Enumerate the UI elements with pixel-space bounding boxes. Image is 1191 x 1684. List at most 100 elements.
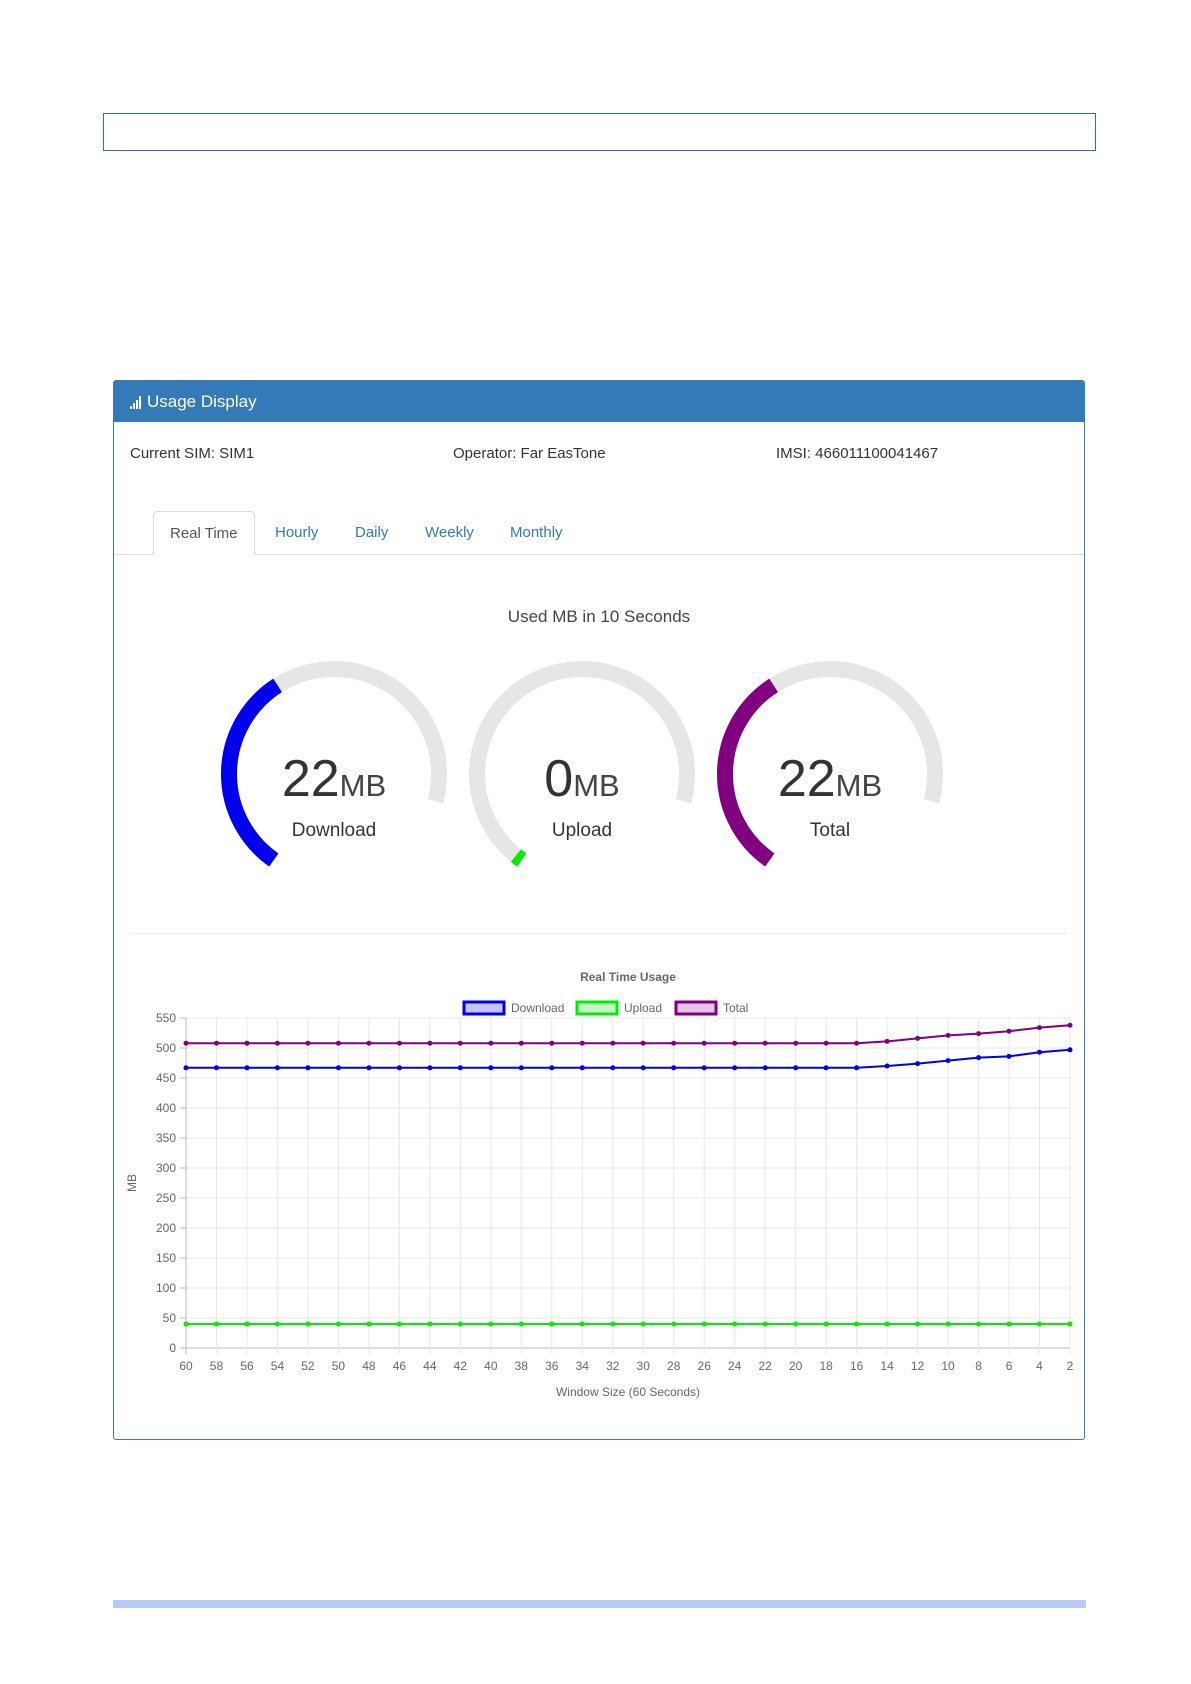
data-point-download (915, 1061, 921, 1067)
data-point-upload (1037, 1321, 1042, 1327)
x-tick-label: 32 (606, 1359, 620, 1373)
data-point-download (244, 1065, 250, 1071)
data-point-total (579, 1040, 585, 1046)
x-tick-label: 30 (637, 1359, 651, 1373)
data-point-total (884, 1038, 890, 1044)
real-time-usage-chart: Real Time Usage Download Upload Total 0 50 100… (125, 970, 1074, 1399)
data-point-download (762, 1065, 768, 1071)
data-point-upload (396, 1321, 402, 1327)
x-tick-label: 40 (484, 1359, 498, 1373)
y-tick-label: 50 (163, 1311, 177, 1325)
x-tick-label: 18 (819, 1359, 833, 1373)
data-point-download (823, 1065, 829, 1071)
x-tick-label: 52 (301, 1359, 315, 1373)
usage-display-panel: Usage Display Current SIM: SIM1 Operator… (113, 380, 1085, 1440)
y-tick-label: 100 (156, 1281, 176, 1295)
legend-swatch-total (674, 1000, 718, 1016)
gauges-area: 22MB Download 0MB Upload 22MB Total (221, 661, 943, 867)
data-point-download (427, 1065, 433, 1071)
x-tick-label: 50 (332, 1359, 346, 1373)
data-point-total (945, 1032, 951, 1038)
y-tick-label: 250 (156, 1191, 176, 1205)
y-tick-label: 350 (156, 1131, 176, 1145)
x-tick-label: 8 (975, 1359, 982, 1373)
x-axis-label: Window Size (60 Seconds) (556, 1385, 700, 1399)
legend-swatch-download (462, 1000, 506, 1016)
data-point-upload (549, 1321, 555, 1327)
data-point-total (793, 1040, 799, 1046)
data-point-download (732, 1065, 738, 1071)
x-tick-label: 58 (210, 1359, 224, 1373)
data-point-upload (823, 1321, 829, 1327)
total-gauge-fill (717, 678, 778, 867)
x-tick-label: 42 (454, 1359, 468, 1373)
legend-label-upload: Upload (624, 1001, 662, 1015)
y-axis-label: MB (125, 1174, 139, 1192)
data-point-upload (793, 1321, 799, 1327)
data-point-upload (640, 1321, 646, 1327)
upload-gauge: 0MB Upload (469, 661, 695, 867)
y-tick-label: 300 (156, 1161, 176, 1175)
total-gauge: 22MB Total (717, 661, 943, 867)
x-tick-label: 22 (758, 1359, 772, 1373)
data-point-upload (945, 1321, 951, 1327)
data-point-download (274, 1065, 280, 1071)
data-point-upload (915, 1321, 921, 1327)
data-point-download (701, 1065, 707, 1071)
data-point-total (640, 1040, 646, 1046)
y-tick-label: 0 (169, 1341, 176, 1355)
total-gauge-value: 22MB (778, 750, 882, 808)
x-tick-label: 46 (393, 1359, 407, 1373)
data-point-upload (427, 1321, 433, 1327)
data-point-total (214, 1040, 219, 1046)
legend-label-download: Download (511, 1001, 564, 1015)
x-tick-label: 16 (850, 1359, 864, 1373)
data-point-total (305, 1040, 311, 1046)
data-point-upload (518, 1321, 524, 1327)
download-gauge-label: Download (292, 820, 377, 841)
data-point-total (244, 1040, 250, 1046)
x-tick-label: 10 (941, 1359, 955, 1373)
download-gauge-value: 22MB (282, 750, 386, 808)
y-tick-label: 200 (156, 1221, 176, 1235)
data-point-upload (335, 1321, 341, 1327)
data-point-total (671, 1040, 677, 1046)
data-point-download (1006, 1053, 1012, 1059)
data-point-download (335, 1065, 341, 1071)
download-gauge-fill (221, 678, 282, 867)
data-point-total (701, 1040, 707, 1046)
data-point-total (396, 1040, 402, 1046)
data-point-total (457, 1040, 463, 1046)
x-tick-label: 60 (179, 1359, 193, 1373)
page-footer-bar (113, 1600, 1086, 1608)
y-tick-label: 400 (156, 1101, 176, 1115)
data-point-total (274, 1040, 280, 1046)
data-point-total (518, 1040, 524, 1046)
top-frame-box (103, 113, 1096, 151)
data-point-download (884, 1063, 890, 1069)
x-tick-label: 20 (789, 1359, 803, 1373)
x-tick-label: 26 (698, 1359, 712, 1373)
data-point-upload (610, 1321, 616, 1327)
y-tick-label: 500 (156, 1041, 176, 1055)
section-divider (130, 933, 1068, 934)
upload-gauge-label: Upload (552, 820, 612, 841)
data-point-upload (579, 1321, 585, 1327)
data-point-upload (305, 1321, 311, 1327)
y-tick-label: 450 (156, 1071, 176, 1085)
x-tick-label: 24 (728, 1359, 742, 1373)
data-point-download (549, 1065, 555, 1071)
data-point-upload (671, 1321, 677, 1327)
series-line-total (186, 1024, 1071, 1045)
series-line-download (186, 1048, 1071, 1069)
data-point-download (457, 1065, 463, 1071)
data-point-upload (1067, 1321, 1073, 1327)
data-point-download (183, 1065, 189, 1071)
data-point-download (366, 1065, 372, 1071)
y-tick-label: 550 (156, 1011, 176, 1025)
x-tick-label: 34 (576, 1359, 590, 1373)
data-point-download (396, 1065, 402, 1071)
data-point-total (1006, 1028, 1012, 1034)
data-point-upload (214, 1321, 219, 1327)
chart-title: Real Time Usage (580, 970, 676, 984)
